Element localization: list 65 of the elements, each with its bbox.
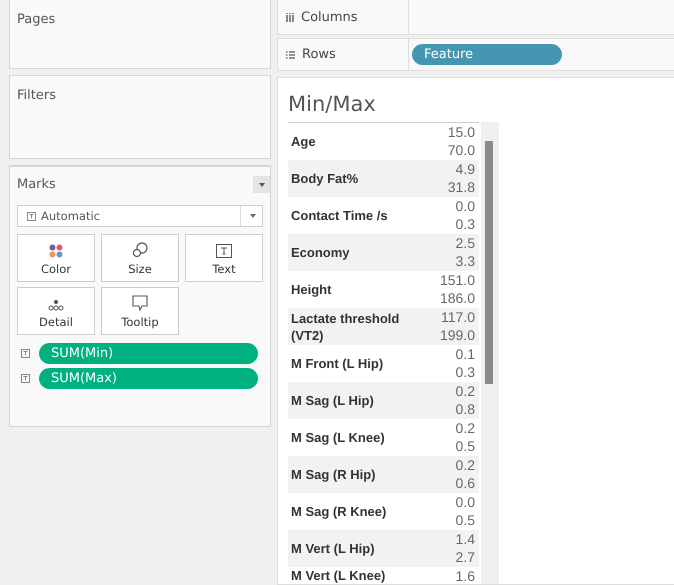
value-cell: 31.8	[448, 178, 475, 196]
feature-label: Economy	[291, 244, 351, 261]
value-cell: 0.2	[456, 382, 475, 400]
menu-button[interactable]	[253, 176, 270, 193]
text-icon	[216, 244, 232, 258]
feature-label: Height	[291, 281, 332, 298]
caret-icon	[258, 182, 264, 186]
value-cell: 186.0	[440, 289, 475, 307]
feature-label: Contact Time /s	[291, 207, 389, 224]
color-button[interactable]: Color	[17, 234, 95, 282]
value-cell: 151.0	[440, 271, 475, 289]
shelf-label: Columns	[301, 10, 358, 24]
text-icon	[27, 212, 36, 220]
value-cell: 0.8	[456, 400, 475, 418]
list-icon	[286, 50, 295, 58]
tooltip-button[interactable]: Tooltip	[101, 287, 179, 335]
feature-label: Age	[291, 133, 317, 150]
detail-button[interactable]: Detail	[17, 287, 95, 335]
value-cell: 1.6	[456, 567, 475, 584]
value-cell: 4.9	[456, 160, 475, 178]
scrollbar[interactable]	[481, 122, 499, 584]
panel-title: Pages	[17, 12, 56, 27]
columns-icon	[286, 12, 294, 22]
value-cell: 15.0	[448, 123, 475, 141]
caret-icon	[250, 214, 256, 218]
scrollbar-thumb[interactable]	[485, 141, 493, 384]
panel-title: Filters	[17, 88, 56, 103]
view-title: Min/Max	[288, 91, 377, 118]
value-cell: 0.5	[456, 437, 475, 455]
circles-icon	[132, 242, 148, 258]
feature-label: Body Fat%	[291, 170, 360, 187]
text-icon	[21, 349, 30, 358]
feature-label: M Vert (L Hip)	[291, 540, 376, 557]
color-dots-icon	[49, 244, 63, 258]
value-cell: 117.0	[441, 308, 475, 326]
value-cell: 1.4	[456, 530, 475, 548]
value-cell: 0.2	[456, 419, 475, 437]
value-cell: 0.3	[456, 363, 475, 381]
value-cell: 0.0	[456, 197, 475, 215]
size-button[interactable]: Size	[101, 234, 179, 282]
value-cell: 199.0	[440, 326, 475, 344]
value-cell: 2.5	[456, 234, 475, 252]
value-cell: 0.2	[456, 456, 475, 474]
feature-label: M Sag (L Hip)	[291, 392, 375, 409]
value-cell: 3.3	[456, 252, 475, 270]
feature-label: M Vert (L Knee)	[291, 567, 386, 584]
feature-label: M Sag (R Hip)	[291, 466, 376, 483]
mark-type-dropdown[interactable]: Automatic	[17, 205, 263, 227]
text-button[interactable]: Text	[185, 234, 263, 282]
value-cell: 0.5	[456, 511, 475, 529]
value-cell: 0.6	[456, 474, 475, 492]
shelf-label: Rows	[302, 47, 336, 62]
value-cell: 2.7	[456, 548, 475, 566]
feature-label: M Sag (R Knee)	[291, 503, 388, 520]
panel-title: Marks	[17, 177, 56, 192]
value-cell: 0.3	[456, 215, 475, 233]
feature-label: M Front (L Hip)	[291, 355, 384, 372]
text-icon	[21, 374, 30, 383]
value-cell: 0.1	[456, 345, 475, 363]
value-cell: 0.0	[456, 493, 475, 511]
speech-bubble-icon	[132, 295, 148, 311]
value-cell: 70.0	[448, 141, 475, 159]
feature-label: Lactate threshold (VT2)	[291, 310, 400, 344]
feature-label: M Sag (L Knee)	[291, 429, 386, 446]
dots-icon	[48, 299, 64, 311]
